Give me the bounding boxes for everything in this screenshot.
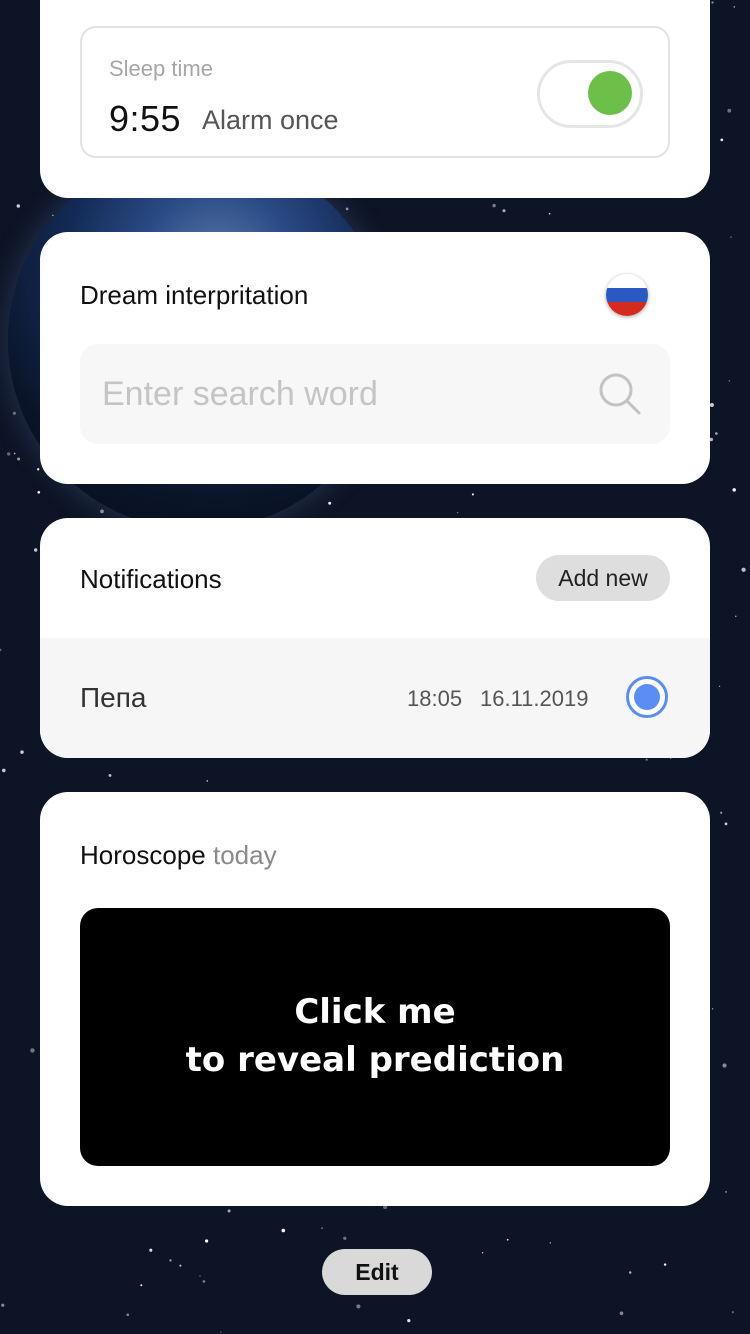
reveal-prediction-button[interactable]: Click me to reveal prediction [80, 908, 670, 1166]
sleep-time-box[interactable]: Sleep time 9:55 Alarm once [80, 26, 670, 158]
dream-search-input[interactable] [100, 370, 584, 418]
toggle-knob [588, 71, 632, 115]
horoscope-title: Horoscope today [80, 840, 277, 871]
sleep-alarm-toggle[interactable] [537, 60, 643, 128]
add-notification-button[interactable]: Add new [536, 555, 670, 601]
reveal-line-1: Click me [294, 992, 456, 1032]
alarm-repeat-label: Alarm once [202, 105, 339, 135]
notifications-title: Notifications [80, 564, 222, 594]
horoscope-card: Horoscope today Click me to reveal predi… [40, 792, 710, 1206]
reveal-line-2: to reveal prediction [185, 1040, 565, 1080]
notification-row[interactable]: Пепа 18:05 16.11.2019 [40, 638, 710, 758]
notification-date: 16.11.2019 [480, 686, 589, 711]
sleep-card: Sleep time 9:55 Alarm once [40, 0, 710, 198]
dream-interpretation-card: Dream interpritation [40, 232, 710, 484]
horoscope-title-main: Horoscope [80, 840, 206, 870]
sleep-time-label: Sleep time [109, 56, 213, 81]
russia-flag-icon[interactable] [606, 274, 648, 316]
dream-search-box [80, 344, 670, 444]
notification-radio[interactable] [626, 676, 668, 718]
radio-selected-dot [634, 684, 660, 710]
notifications-card: Notifications Add new Пепа 18:05 16.11.2… [40, 518, 710, 758]
sleep-time-value: 9:55 [109, 98, 182, 139]
edit-button[interactable]: Edit [322, 1249, 432, 1295]
horoscope-title-period: today [212, 840, 277, 870]
notification-time: 18:05 [407, 686, 463, 711]
search-icon[interactable] [598, 372, 642, 416]
dream-card-title: Dream interpritation [80, 280, 309, 310]
notification-name: Пепа [80, 682, 147, 713]
